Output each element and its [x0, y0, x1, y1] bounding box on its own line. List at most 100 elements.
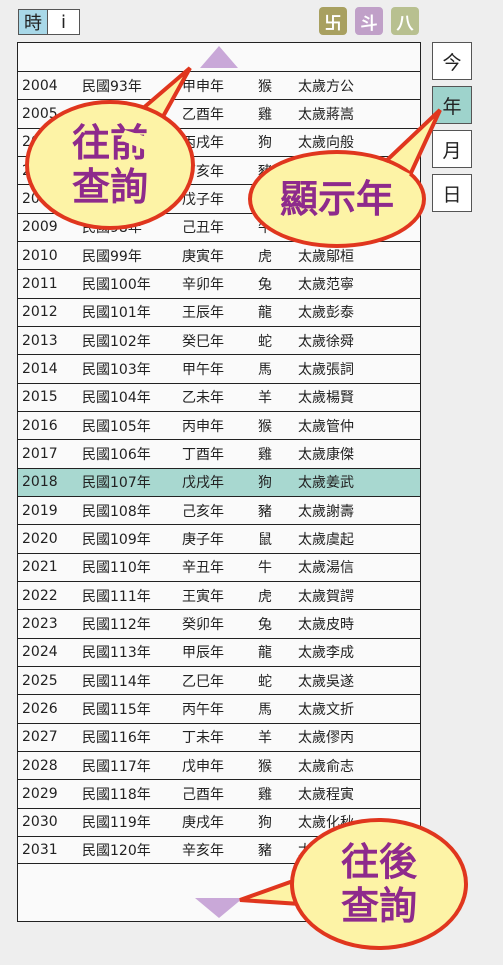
year-cell: 2021 [22, 559, 58, 576]
tai-sui-cell: 太歲范寧 [298, 276, 354, 293]
roc-year-cell: 民國93年 [82, 78, 142, 95]
ganzhi-cell: 己亥年 [182, 503, 224, 520]
ganzhi-cell: 戊子年 [182, 191, 224, 208]
zodiac-cell: 猴 [258, 78, 272, 95]
table-row[interactable]: 2012 民國101年 王辰年 龍 太歲彭泰 [18, 297, 420, 326]
swastika-tool-icon[interactable]: 卐 [319, 7, 347, 35]
table-row[interactable]: 2011 民國100年 辛卯年 兔 太歲范寧 [18, 269, 420, 298]
ganzhi-cell: 王辰年 [182, 305, 224, 322]
year-cell: 2028 [22, 757, 58, 774]
table-row[interactable]: 2029 民國118年 己酉年 雞 太歲程寅 [18, 779, 420, 808]
triangle-down-icon[interactable] [195, 898, 243, 918]
zodiac-cell: 虎 [258, 588, 272, 605]
tai-sui-cell: 太歲湯信 [298, 560, 354, 577]
bazi-tool-icon[interactable]: 八 [391, 7, 419, 35]
roc-year-cell: 民國101年 [82, 305, 151, 322]
table-row[interactable]: 2013 民國102年 癸巳年 蛇 太歲徐舜 [18, 325, 420, 355]
triangle-up-icon[interactable] [200, 46, 238, 68]
ganzhi-cell: 癸巳年 [182, 333, 224, 350]
roc-year-cell: 民國112年 [82, 616, 151, 633]
ganzhi-cell: 乙酉年 [182, 106, 224, 123]
table-row[interactable]: 2020 民國109年 庚子年 鼠 太歲虞起 [18, 524, 420, 553]
year-cell: 2024 [22, 644, 58, 661]
tai-sui-cell: 太歲向般 [298, 135, 354, 152]
roc-year-cell: 民國105年 [82, 418, 151, 435]
year-view-button[interactable]: 年 [432, 86, 472, 124]
ganzhi-cell: 甲午年 [182, 361, 224, 378]
zodiac-cell: 羊 [258, 730, 272, 747]
year-cell: 2025 [22, 672, 58, 689]
tai-sui-cell: 太歲蔣嵩 [298, 106, 354, 123]
year-cell: 2031 [22, 842, 58, 859]
scroll-previous-area[interactable] [18, 43, 420, 71]
ganzhi-cell: 乙巳年 [182, 673, 224, 690]
zodiac-cell: 蛇 [258, 673, 272, 690]
year-cell: 2019 [22, 502, 58, 519]
ganzhi-cell: 丙戌年 [182, 135, 224, 152]
tai-sui-cell: 太歲俞志 [298, 758, 354, 775]
ganzhi-cell: 己丑年 [182, 220, 224, 237]
year-cell: 2020 [22, 530, 58, 547]
table-row[interactable]: 2027 民國116年 丁未年 羊 太歲僇丙 [18, 722, 420, 751]
table-row[interactable]: 2016 民國105年 丙申年 猴 太歲管仲 [18, 410, 420, 440]
year-cell: 2011 [22, 275, 58, 292]
year-cell: 2015 [22, 389, 58, 406]
roc-year-cell: 民國107年 [82, 475, 151, 492]
table-row[interactable]: 2017 民國106年 丁酉年 雞 太歲康傑 [18, 439, 420, 468]
table-row[interactable]: 2024 民國113年 甲辰年 龍 太歲李成 [18, 637, 420, 666]
ganzhi-cell: 丙午年 [182, 701, 224, 718]
ganzhi-cell: 丙申年 [182, 418, 224, 435]
tai-sui-cell: 太歲吳遂 [298, 673, 354, 690]
year-cell: 2022 [22, 587, 58, 604]
ganzhi-cell: 甲申年 [182, 78, 224, 95]
zodiac-cell: 猴 [258, 418, 272, 435]
mode-info-button[interactable]: i [48, 9, 80, 35]
ganzhi-cell: 癸卯年 [182, 616, 224, 633]
today-button[interactable]: 今 [432, 42, 472, 80]
year-cell: 2017 [22, 445, 58, 462]
day-view-button[interactable]: 日 [432, 174, 472, 212]
ganzhi-cell: 辛卯年 [182, 276, 224, 293]
ganzhi-cell: 王寅年 [182, 588, 224, 605]
roc-year-cell: 民國116年 [82, 730, 151, 747]
table-row[interactable]: 2028 民國117年 戊申年 猴 太歲俞志 [18, 750, 420, 780]
tai-sui-cell: 太歲僇丙 [298, 730, 354, 747]
table-row[interactable]: 2023 民國112年 癸卯年 兔 太歲皮時 [18, 609, 420, 638]
ganzhi-cell: 甲辰年 [182, 645, 224, 662]
table-row[interactable]: 2004 民國93年 甲申年 猴 太歲方公 [18, 71, 420, 100]
roc-year-cell: 民國111年 [82, 588, 151, 605]
tai-sui-cell: 太歲李成 [298, 645, 354, 662]
table-row[interactable]: 2015 民國104年 乙未年 羊 太歲楊賢 [18, 382, 420, 411]
roc-year-cell: 民國114年 [82, 673, 151, 690]
tai-sui-cell: 太歲文折 [298, 701, 354, 718]
table-row[interactable]: 2019 民國108年 己亥年 豬 太歲謝壽 [18, 495, 420, 525]
table-row[interactable]: 2014 民國103年 甲午年 馬 太歲張詞 [18, 354, 420, 383]
table-row[interactable]: 2021 民國110年 辛丑年 牛 太歲湯信 [18, 552, 420, 581]
callout-year: 顯示年 [248, 150, 426, 248]
dipper-tool-icon[interactable]: 斗 [355, 7, 383, 35]
zodiac-cell: 雞 [258, 446, 272, 463]
table-row[interactable]: 2018 民國107年 戊戌年 狗 太歲姜武 [18, 467, 420, 496]
year-cell: 2026 [22, 700, 58, 717]
table-row[interactable]: 2025 民國114年 乙巳年 蛇 太歲吳遂 [18, 665, 420, 695]
roc-year-cell: 民國104年 [82, 390, 151, 407]
zodiac-cell: 狗 [258, 135, 272, 152]
zodiac-cell: 兔 [258, 616, 272, 633]
callout-prev: 往前 查詢 [25, 100, 195, 230]
year-cell: 2029 [22, 785, 58, 802]
mode-time-button[interactable]: 時 [18, 9, 48, 35]
roc-year-cell: 民國100年 [82, 276, 151, 293]
ganzhi-cell: 庚戌年 [182, 815, 224, 832]
table-row[interactable]: 2026 民國115年 丙午年 馬 太歲文折 [18, 694, 420, 723]
year-cell: 2013 [22, 332, 58, 349]
zodiac-cell: 兔 [258, 276, 272, 293]
table-row[interactable]: 2022 民國111年 王寅年 虎 太歲賀諤 [18, 580, 420, 610]
zodiac-cell: 虎 [258, 248, 272, 265]
roc-year-cell: 民國110年 [82, 560, 151, 577]
callout-next: 往後 查詢 [290, 818, 468, 950]
month-view-button[interactable]: 月 [432, 130, 472, 168]
zodiac-cell: 馬 [258, 701, 272, 718]
year-cell: 2010 [22, 247, 58, 264]
tai-sui-cell: 太歲彭泰 [298, 305, 354, 322]
roc-year-cell: 民國117年 [82, 758, 151, 775]
